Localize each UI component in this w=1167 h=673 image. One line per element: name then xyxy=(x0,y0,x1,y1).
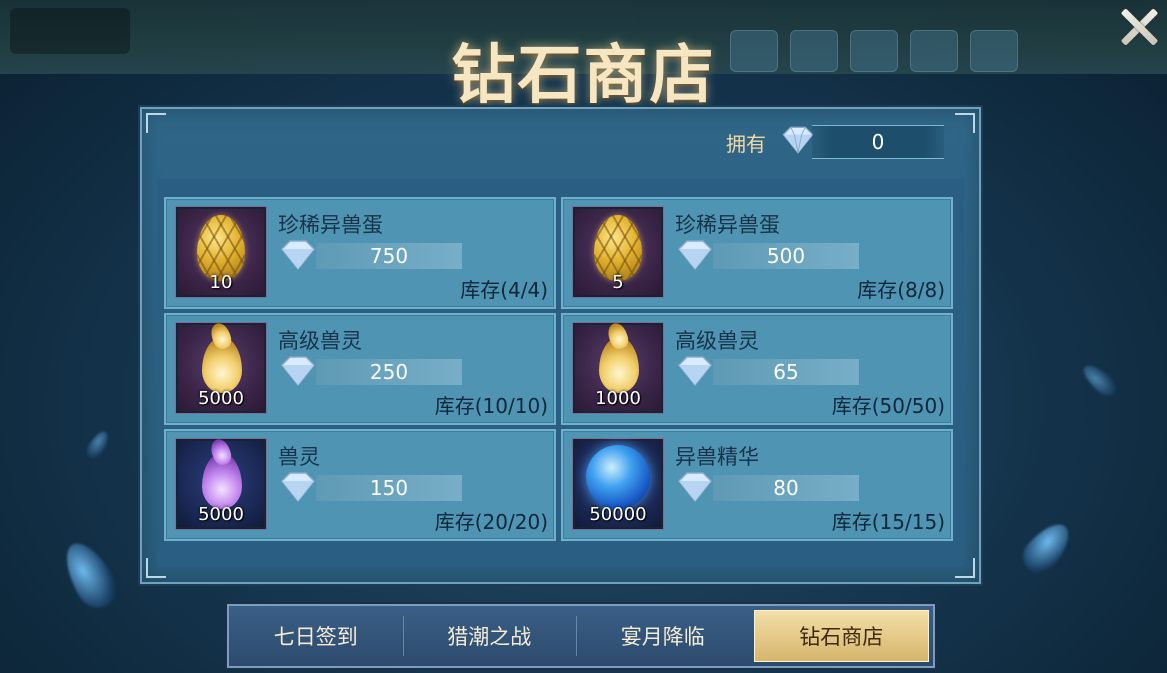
close-button[interactable] xyxy=(1114,2,1164,52)
item-thumbnail: 10 xyxy=(176,207,266,297)
blue-orb-icon xyxy=(586,445,650,509)
item-name: 珍稀异兽蛋 xyxy=(675,213,780,237)
shop-item-card[interactable]: 50000 异兽精华 80 库存(15/15) xyxy=(561,429,953,541)
shop-item-card[interactable]: 10 珍稀异兽蛋 750 库存(4/4) xyxy=(164,197,556,309)
corner-ornament xyxy=(146,113,166,133)
item-thumbnail: 50000 xyxy=(573,439,663,529)
diamond-icon xyxy=(677,240,713,271)
shop-panel: 拥有 0 10 珍稀异兽蛋 750 库存(4/4) 5 珍稀异兽蛋 500 库存… xyxy=(140,107,981,584)
shop-title: 钻石商店 xyxy=(451,38,716,113)
diamond-icon xyxy=(677,472,713,503)
tab-diamond-shop[interactable]: 钻石商店 xyxy=(753,610,929,662)
tab-seven-day-signin[interactable]: 七日签到 xyxy=(229,606,403,666)
corner-ornament xyxy=(955,113,975,133)
shop-item-card[interactable]: 5000 高级兽灵 250 库存(10/10) xyxy=(164,313,556,425)
item-name: 珍稀异兽蛋 xyxy=(278,213,383,237)
item-price: 250 xyxy=(369,360,409,384)
golden-flame-icon xyxy=(202,337,242,393)
item-quantity: 5000 xyxy=(198,504,244,525)
item-stock: 库存(8/8) xyxy=(857,278,945,302)
item-stock: 库存(4/4) xyxy=(460,278,548,302)
tab-moon-banquet[interactable]: 宴月降临 xyxy=(576,606,750,666)
item-grid: 10 珍稀异兽蛋 750 库存(4/4) 5 珍稀异兽蛋 500 库存(8/8)… xyxy=(157,179,964,567)
item-name: 高级兽灵 xyxy=(278,329,362,353)
bottom-tab-bar: 七日签到 猎潮之战 宴月降临 钻石商店 xyxy=(227,604,935,668)
diamond-icon xyxy=(677,356,713,387)
item-name: 兽灵 xyxy=(278,445,320,469)
item-quantity: 5000 xyxy=(198,388,244,409)
item-quantity: 10 xyxy=(209,272,233,293)
item-name: 异兽精华 xyxy=(675,445,759,469)
item-thumbnail: 5000 xyxy=(176,439,266,529)
item-price: 500 xyxy=(766,244,806,268)
diamond-icon xyxy=(280,356,316,387)
item-name: 高级兽灵 xyxy=(675,329,759,353)
shop-item-card[interactable]: 1000 高级兽灵 65 库存(50/50) xyxy=(561,313,953,425)
diamond-icon xyxy=(280,240,316,271)
item-quantity: 50000 xyxy=(589,504,647,525)
item-stock: 库存(20/20) xyxy=(434,510,548,534)
item-thumbnail: 5000 xyxy=(176,323,266,413)
item-stock: 库存(50/50) xyxy=(831,394,945,418)
owned-diamond-count: 0 xyxy=(812,125,944,159)
golden-flame-icon xyxy=(599,337,639,393)
item-stock: 库存(15/15) xyxy=(831,510,945,534)
owned-label: 拥有 xyxy=(726,132,766,156)
item-price: 65 xyxy=(773,360,799,384)
item-price: 150 xyxy=(369,476,409,500)
item-thumbnail: 5 xyxy=(573,207,663,297)
item-thumbnail: 1000 xyxy=(573,323,663,413)
shop-item-card[interactable]: 5000 兽灵 150 库存(20/20) xyxy=(164,429,556,541)
item-price: 80 xyxy=(773,476,799,500)
shop-item-card[interactable]: 5 珍稀异兽蛋 500 库存(8/8) xyxy=(561,197,953,309)
item-stock: 库存(10/10) xyxy=(434,394,548,418)
purple-flame-icon xyxy=(202,453,242,509)
item-quantity: 5 xyxy=(612,272,624,293)
tab-hunting-tide-battle[interactable]: 猎潮之战 xyxy=(402,606,577,666)
diamond-icon xyxy=(280,472,316,503)
item-quantity: 1000 xyxy=(595,388,641,409)
item-price: 750 xyxy=(369,244,409,268)
